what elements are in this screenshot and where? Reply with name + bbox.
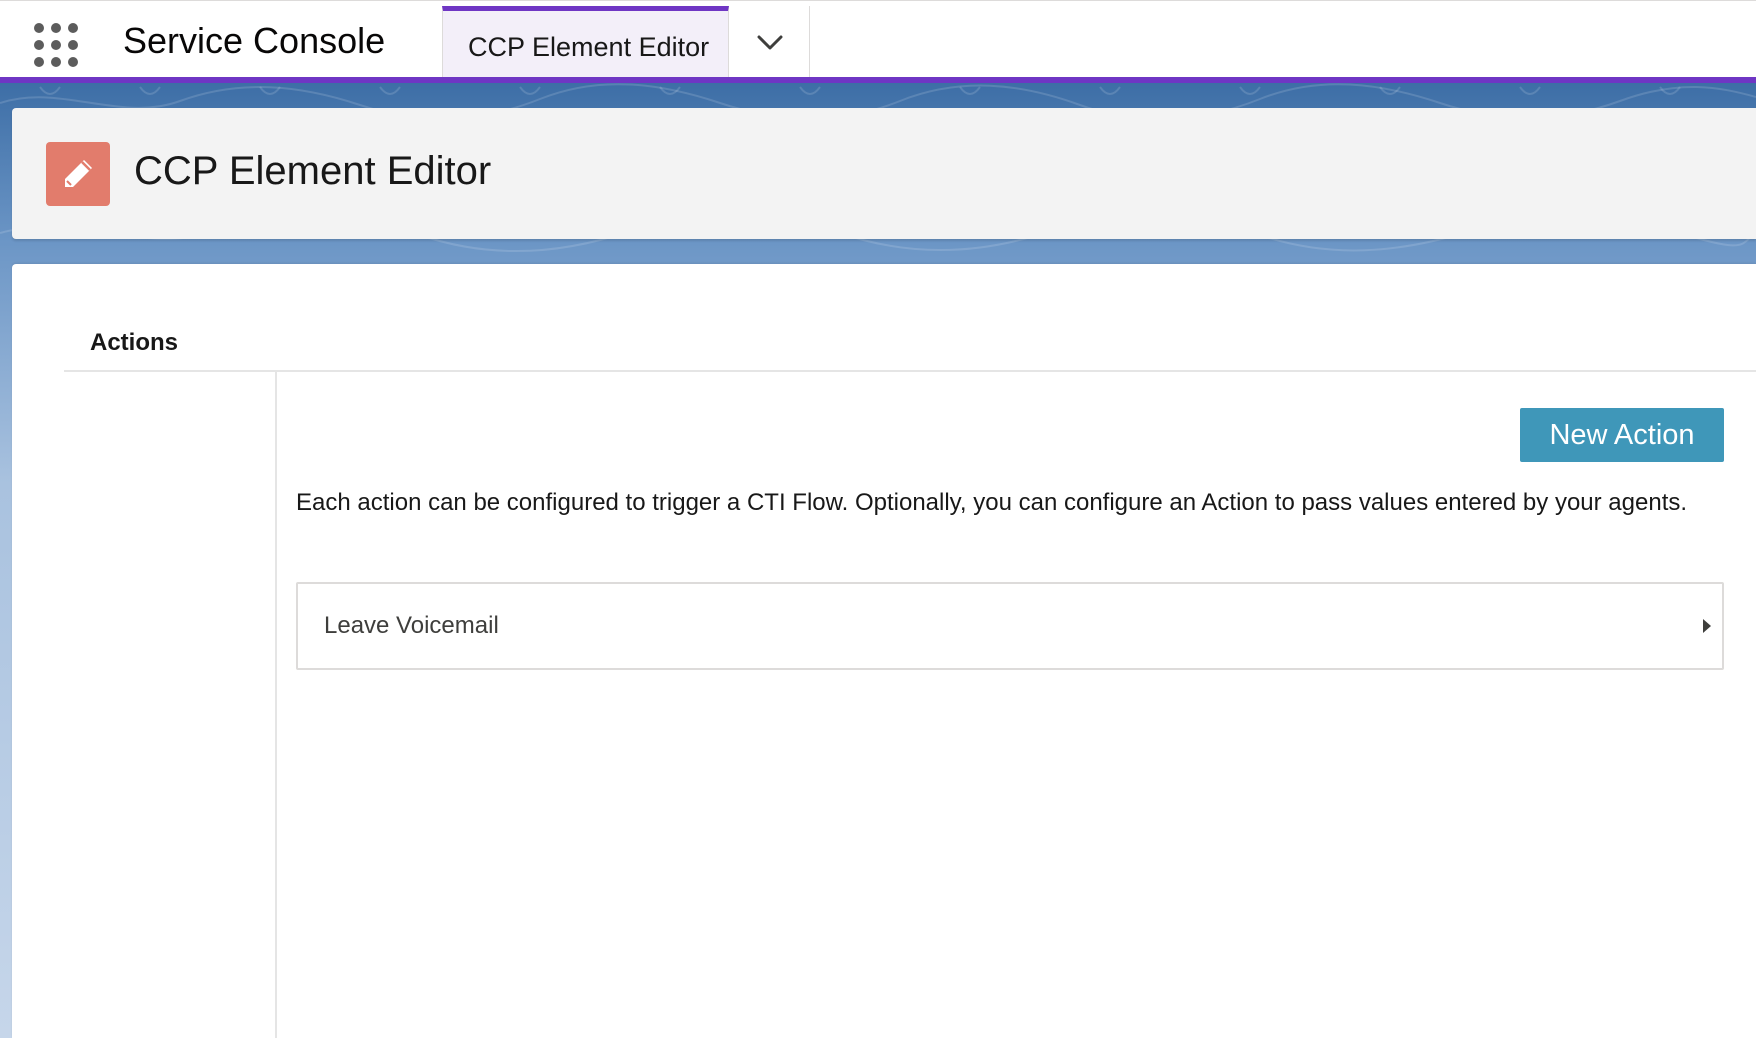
action-item-leave-voicemail[interactable]: Leave Voicemail [296, 582, 1724, 670]
app-name: Service Console [123, 20, 386, 61]
action-item-label: Leave Voicemail [324, 612, 499, 639]
tab-ccp-element-editor[interactable]: CCP Element Editor [442, 6, 729, 79]
actions-description: Each action can be configured to trigger… [296, 489, 1688, 516]
page-header: CCP Element Editor [12, 108, 1756, 239]
page-icon [46, 142, 110, 206]
global-navigation-bar: Service Console CCP Element Editor [0, 0, 1756, 79]
app-launcher-button[interactable] [32, 21, 80, 69]
tab-label: CCP Element Editor [468, 32, 710, 62]
chevron-down-icon [757, 35, 783, 50]
section-divider [64, 370, 1756, 372]
app-launcher-grid-icon [34, 23, 78, 67]
nav-menu-dropdown-button[interactable] [729, 6, 810, 79]
pencil-icon [65, 160, 92, 187]
side-column [64, 372, 277, 1038]
chevron-right-icon [1703, 619, 1711, 633]
main-content-card: Actions New Action Each action can be co… [12, 264, 1756, 1038]
new-action-button[interactable]: New Action [1520, 408, 1724, 462]
page-title: CCP Element Editor [134, 149, 492, 193]
section-title: Actions [90, 329, 179, 356]
